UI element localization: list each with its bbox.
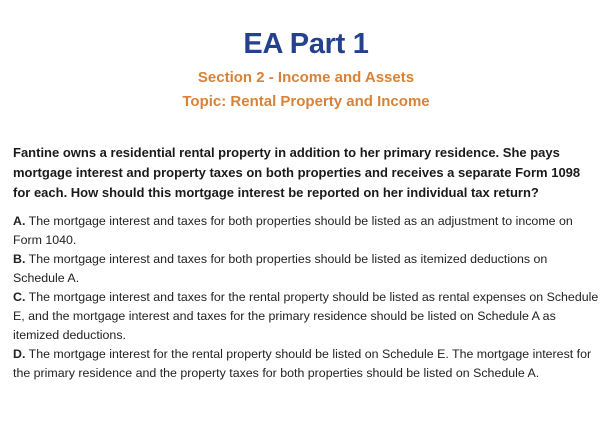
answer-text: The mortgage interest and taxes for the …: [13, 290, 599, 342]
answer-text: The mortgage interest for the rental pro…: [13, 347, 592, 380]
question-text: Fantine owns a residential rental proper…: [13, 145, 581, 200]
answer-option-d: D. The mortgage interest for the rental …: [13, 345, 599, 383]
answer-letter: C.: [13, 290, 26, 304]
section-subtitle: Section 2 - Income and Assets: [197, 69, 415, 86]
answer-letter: A.: [13, 214, 26, 228]
quiz-page: EA Part 1 Section 2 - Income and Assets …: [0, 0, 612, 426]
page-title: EA Part 1: [243, 28, 369, 60]
answer-option-b: B. The mortgage interest and taxes for b…: [13, 250, 599, 288]
answer-option-a: A. The mortgage interest and taxes for b…: [13, 212, 599, 250]
answer-option-c: C. The mortgage interest and taxes for t…: [13, 288, 599, 345]
answer-letter: D.: [13, 347, 26, 361]
answer-letter: B.: [13, 252, 26, 266]
answer-list: A. The mortgage interest and taxes for b…: [13, 212, 599, 383]
topic-subtitle: Topic: Rental Property and Income: [182, 93, 430, 110]
answer-text: The mortgage interest and taxes for both…: [13, 214, 573, 247]
answer-text: The mortgage interest and taxes for both…: [13, 252, 548, 285]
